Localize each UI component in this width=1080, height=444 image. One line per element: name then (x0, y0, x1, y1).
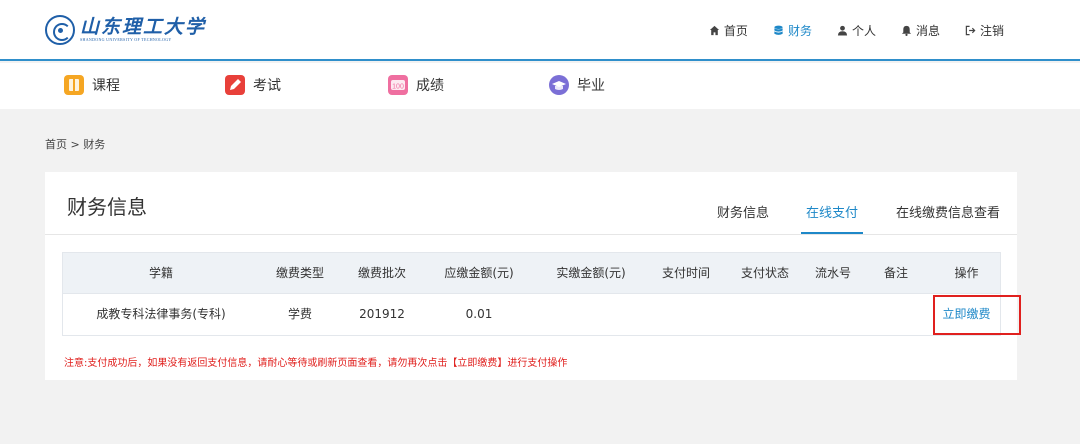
cell-status (725, 294, 805, 335)
home-icon (709, 25, 720, 36)
cell-xueji: 成教专科法律事务(专科) (96, 307, 226, 321)
cell-batch: 201912 (359, 307, 405, 321)
col-remark: 备注 (883, 266, 908, 280)
tab-finance-info[interactable]: 财务信息 (717, 202, 769, 234)
top-nav: 首页 财务 个人 消息 注销 (684, 22, 1004, 39)
table-header: 学籍 缴费类型 缴费批次 应缴金额(元) 实缴金额(元) 支付时间 支付状态 流… (63, 253, 1000, 294)
score-icon: 100 (388, 75, 408, 95)
finance-tabs: 财务信息 在线支付 在线缴费信息查看 (45, 202, 1017, 234)
module-score[interactable]: 100 成绩 (388, 75, 444, 95)
col-time: 支付时间 (661, 266, 710, 280)
module-course-label: 课程 (92, 78, 120, 94)
topnav-logout-label: 注销 (979, 24, 1004, 38)
col-paid: 实缴金额(元) (556, 266, 626, 280)
col-xueji: 学籍 (148, 266, 173, 280)
payment-notice: 注意:支付成功后，如果没有返回支付信息，请耐心等待或刷新页面查看，请勿再次点击【… (64, 358, 568, 369)
university-seal-icon (45, 15, 75, 45)
cell-type: 学费 (287, 307, 312, 321)
cell-paid (535, 294, 647, 335)
pay-now-highlight (933, 295, 1021, 335)
topnav-personal-label: 个人 (851, 24, 876, 38)
table-row: 成教专科法律事务(专科) 学费 201912 0.01 立即缴费 (63, 294, 1021, 335)
col-serial: 流水号 (814, 266, 851, 280)
tab-online-payment[interactable]: 在线支付 (801, 202, 863, 234)
pen-icon (225, 75, 245, 95)
finance-panel: 财务信息 财务信息 在线支付 在线缴费信息查看 学籍 缴费类型 缴费批次 应缴金… (45, 172, 1021, 380)
breadcrumb: 首页 > 财务 (45, 138, 106, 151)
logout-icon (965, 25, 976, 36)
module-exam[interactable]: 考试 (225, 75, 281, 95)
topnav-finance-label: 财务 (787, 24, 812, 38)
university-logo[interactable]: 山东理工大学 SHANDONG UNIVERSITY OF TECHNOLOGY (45, 14, 206, 46)
payment-table: 学籍 缴费类型 缴费批次 应缴金额(元) 实缴金额(元) 支付时间 支付状态 流… (62, 252, 1021, 336)
top-header: 山东理工大学 SHANDONG UNIVERSITY OF TECHNOLOGY… (0, 0, 1080, 61)
tab-divider (45, 234, 1017, 235)
col-type: 缴费类型 (275, 266, 324, 280)
topnav-personal[interactable]: 个人 (837, 22, 876, 39)
logo-subtitle: SHANDONG UNIVERSITY OF TECHNOLOGY (80, 37, 172, 42)
topnav-logout[interactable]: 注销 (965, 22, 1004, 39)
col-batch: 缴费批次 (357, 266, 406, 280)
database-icon (774, 25, 783, 35)
cell-due: 0.01 (465, 307, 493, 321)
logo-name: 山东理工大学 (80, 16, 207, 38)
topnav-messages-label: 消息 (915, 24, 940, 38)
cell-serial (805, 294, 861, 335)
bell-icon (901, 25, 912, 36)
graduation-icon (549, 75, 569, 95)
module-score-label: 成绩 (416, 78, 444, 94)
cell-remark (861, 294, 931, 335)
module-graduation-label: 毕业 (577, 78, 605, 94)
cell-time (647, 294, 725, 335)
module-course[interactable]: 课程 (64, 75, 120, 95)
module-graduation[interactable]: 毕业 (549, 75, 605, 95)
svg-text:100: 100 (392, 84, 404, 91)
topnav-home[interactable]: 首页 (709, 22, 748, 39)
tab-payment-records[interactable]: 在线缴费信息查看 (896, 202, 1000, 234)
topnav-finance[interactable]: 财务 (773, 22, 812, 39)
user-icon (837, 25, 848, 36)
module-nav: 课程 考试 100 成绩 毕业 (0, 63, 1080, 109)
book-icon (64, 75, 84, 95)
col-action: 操作 (954, 266, 979, 280)
col-status: 支付状态 (740, 266, 789, 280)
topnav-home-label: 首页 (723, 24, 748, 38)
module-exam-label: 考试 (253, 78, 281, 94)
col-due: 应缴金额(元) (444, 266, 514, 280)
topnav-messages[interactable]: 消息 (901, 22, 940, 39)
